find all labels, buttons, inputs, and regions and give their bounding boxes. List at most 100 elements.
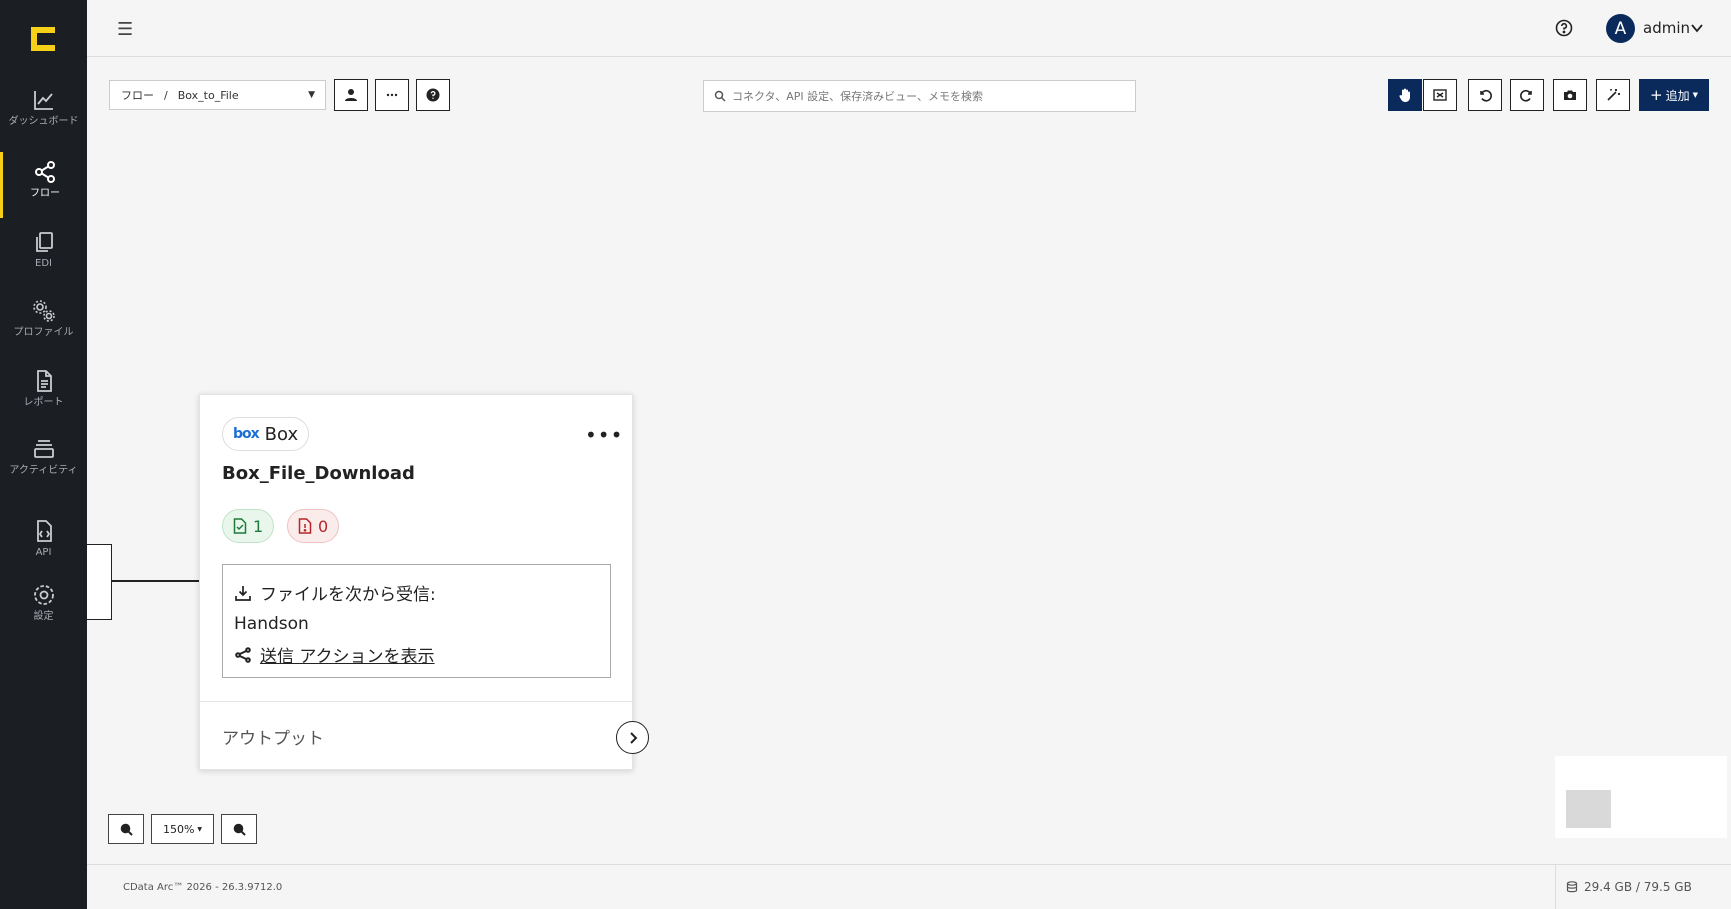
file-text-icon bbox=[36, 370, 52, 392]
connector-title: Box_File_Download bbox=[222, 463, 415, 484]
caret-down-icon: ▼ bbox=[308, 90, 315, 100]
menu-toggle-icon[interactable]: ☰ bbox=[117, 19, 133, 40]
zoom-level: 150% bbox=[162, 822, 195, 836]
chevron-down-icon[interactable] bbox=[1690, 21, 1704, 35]
caret-down-icon: ▼ bbox=[197, 825, 203, 833]
success-count: 1 bbox=[253, 516, 264, 536]
error-count: 0 bbox=[318, 516, 329, 536]
zoom-out-button[interactable] bbox=[221, 814, 257, 844]
sidebar-item-profile[interactable]: プロファイル bbox=[0, 291, 87, 357]
send-action-line[interactable]: 送信 アクションを表示 bbox=[234, 639, 599, 670]
connector-type-chip: box Box bbox=[222, 417, 310, 451]
database-icon bbox=[1566, 881, 1578, 893]
help-icon[interactable] bbox=[1553, 17, 1575, 39]
receive-label: ファイルを次から受信: bbox=[260, 585, 436, 605]
sidebar-item-report[interactable]: レポート bbox=[0, 361, 87, 427]
hand-icon bbox=[1399, 88, 1410, 102]
redo-icon bbox=[1520, 90, 1532, 102]
search-input[interactable] bbox=[732, 89, 1132, 103]
sidebar-item-label: プロファイル bbox=[13, 327, 74, 338]
storage-usage: 29.4 GB / 79.5 GB bbox=[1555, 865, 1692, 909]
zoom-in-button[interactable] bbox=[108, 814, 144, 844]
connector-type-label: Box bbox=[264, 423, 299, 445]
box-logo-icon: box bbox=[233, 426, 260, 442]
owner-button[interactable] bbox=[334, 79, 368, 111]
storage-text: 29.4 GB / 79.5 GB bbox=[1584, 880, 1692, 894]
flow-help-button[interactable] bbox=[416, 79, 450, 111]
add-button[interactable]: + 追加 ▼ bbox=[1639, 79, 1709, 111]
sidebar-item-dashboard[interactable]: ダッシュボード bbox=[0, 80, 87, 146]
copy-icon bbox=[35, 232, 53, 252]
minimap-viewport[interactable] bbox=[1566, 790, 1611, 828]
search-box[interactable] bbox=[703, 80, 1136, 112]
upstream-connector-card[interactable] bbox=[87, 544, 112, 620]
ellipsis-icon bbox=[386, 93, 398, 97]
receive-source: Handson bbox=[234, 613, 309, 634]
top-header: ☰ A admin bbox=[87, 0, 1731, 57]
breadcrumb-root[interactable]: フロー bbox=[121, 87, 154, 103]
receive-line: ファイルを次から受信: bbox=[234, 577, 599, 608]
user-icon bbox=[345, 89, 357, 101]
error-count-badge[interactable]: 0 bbox=[287, 509, 340, 543]
share-icon bbox=[235, 646, 251, 663]
undo-icon bbox=[1480, 90, 1492, 102]
undo-button[interactable] bbox=[1468, 79, 1502, 111]
sidebar-item-api[interactable]: API bbox=[0, 511, 87, 577]
sidebar-item-label: EDI bbox=[35, 258, 52, 269]
sidebar-item-label: アクティビティ bbox=[9, 465, 78, 476]
selection-box-icon bbox=[1433, 89, 1447, 101]
success-count-badge[interactable]: 1 bbox=[222, 509, 275, 543]
search-icon bbox=[714, 90, 726, 102]
flow-breadcrumb-select[interactable]: フロー / Box_to_File ▼ bbox=[109, 80, 326, 110]
sidebar-item-label: 設定 bbox=[33, 611, 54, 622]
snapshot-button[interactable] bbox=[1553, 79, 1587, 111]
pan-mode-button[interactable] bbox=[1388, 79, 1422, 111]
sidebar-item-flow[interactable]: フロー bbox=[0, 152, 87, 218]
sidebar: ダッシュボード フロー EDI プロファイル レポート アクティビティ API … bbox=[0, 0, 87, 909]
select-mode-button[interactable] bbox=[1423, 79, 1457, 111]
minimap[interactable] bbox=[1555, 756, 1727, 838]
breadcrumb-current: Box_to_File bbox=[177, 88, 239, 102]
version-text: CData Arc™ 2026 - 26.3.9712.0 bbox=[123, 882, 283, 893]
connector-info-box: ファイルを次から受信: Handson 送信 アクションを表示 bbox=[222, 564, 611, 678]
caret-down-icon: ▼ bbox=[1692, 91, 1698, 99]
redo-button[interactable] bbox=[1510, 79, 1544, 111]
output-arrow-button[interactable] bbox=[616, 721, 649, 754]
sidebar-item-label: フロー bbox=[30, 188, 60, 199]
sidebar-item-label: レポート bbox=[23, 397, 64, 408]
card-menu-icon[interactable]: ••• bbox=[585, 423, 623, 447]
plus-icon: + bbox=[1650, 86, 1663, 104]
sidebar-item-activity[interactable]: アクティビティ bbox=[0, 429, 87, 495]
chart-line-icon bbox=[33, 91, 53, 110]
sidebar-item-edi[interactable]: EDI bbox=[0, 222, 87, 288]
zoom-out-icon bbox=[233, 823, 246, 836]
auto-layout-button[interactable] bbox=[1596, 79, 1630, 111]
send-action-link[interactable]: 送信 アクションを表示 bbox=[260, 642, 435, 667]
flow-link-line bbox=[112, 580, 200, 582]
question-circle-icon bbox=[426, 88, 440, 102]
add-button-label: 追加 bbox=[1665, 88, 1690, 103]
app-logo[interactable] bbox=[28, 24, 58, 54]
download-icon bbox=[235, 585, 251, 601]
chevron-right-icon bbox=[629, 731, 637, 744]
gears-icon bbox=[32, 300, 55, 322]
zoom-level-select[interactable]: 150% ▼ bbox=[151, 814, 214, 844]
sidebar-item-label: ダッシュボード bbox=[8, 116, 79, 127]
zoom-in-icon bbox=[120, 823, 133, 836]
more-options-button[interactable] bbox=[375, 79, 409, 111]
file-code-icon bbox=[36, 520, 52, 542]
output-label: アウトプット bbox=[222, 729, 324, 749]
card-footer: アウトプット bbox=[200, 701, 632, 769]
sidebar-item-settings[interactable]: 設定 bbox=[0, 575, 87, 641]
avatar[interactable]: A bbox=[1606, 14, 1635, 43]
status-footer: CData Arc™ 2026 - 26.3.9712.0 29.4 GB / … bbox=[87, 864, 1731, 909]
user-name[interactable]: admin bbox=[1643, 19, 1690, 37]
sidebar-item-label: API bbox=[35, 547, 52, 558]
gear-icon bbox=[33, 585, 54, 605]
breadcrumb-separator: / bbox=[164, 88, 168, 102]
file-error-icon bbox=[298, 518, 312, 534]
connector-card[interactable]: box Box ••• Box_File_Download 1 0 ファイルを次… bbox=[199, 394, 649, 770]
share-nodes-icon bbox=[35, 161, 55, 183]
camera-icon bbox=[1564, 90, 1576, 100]
layers-icon bbox=[33, 440, 54, 458]
